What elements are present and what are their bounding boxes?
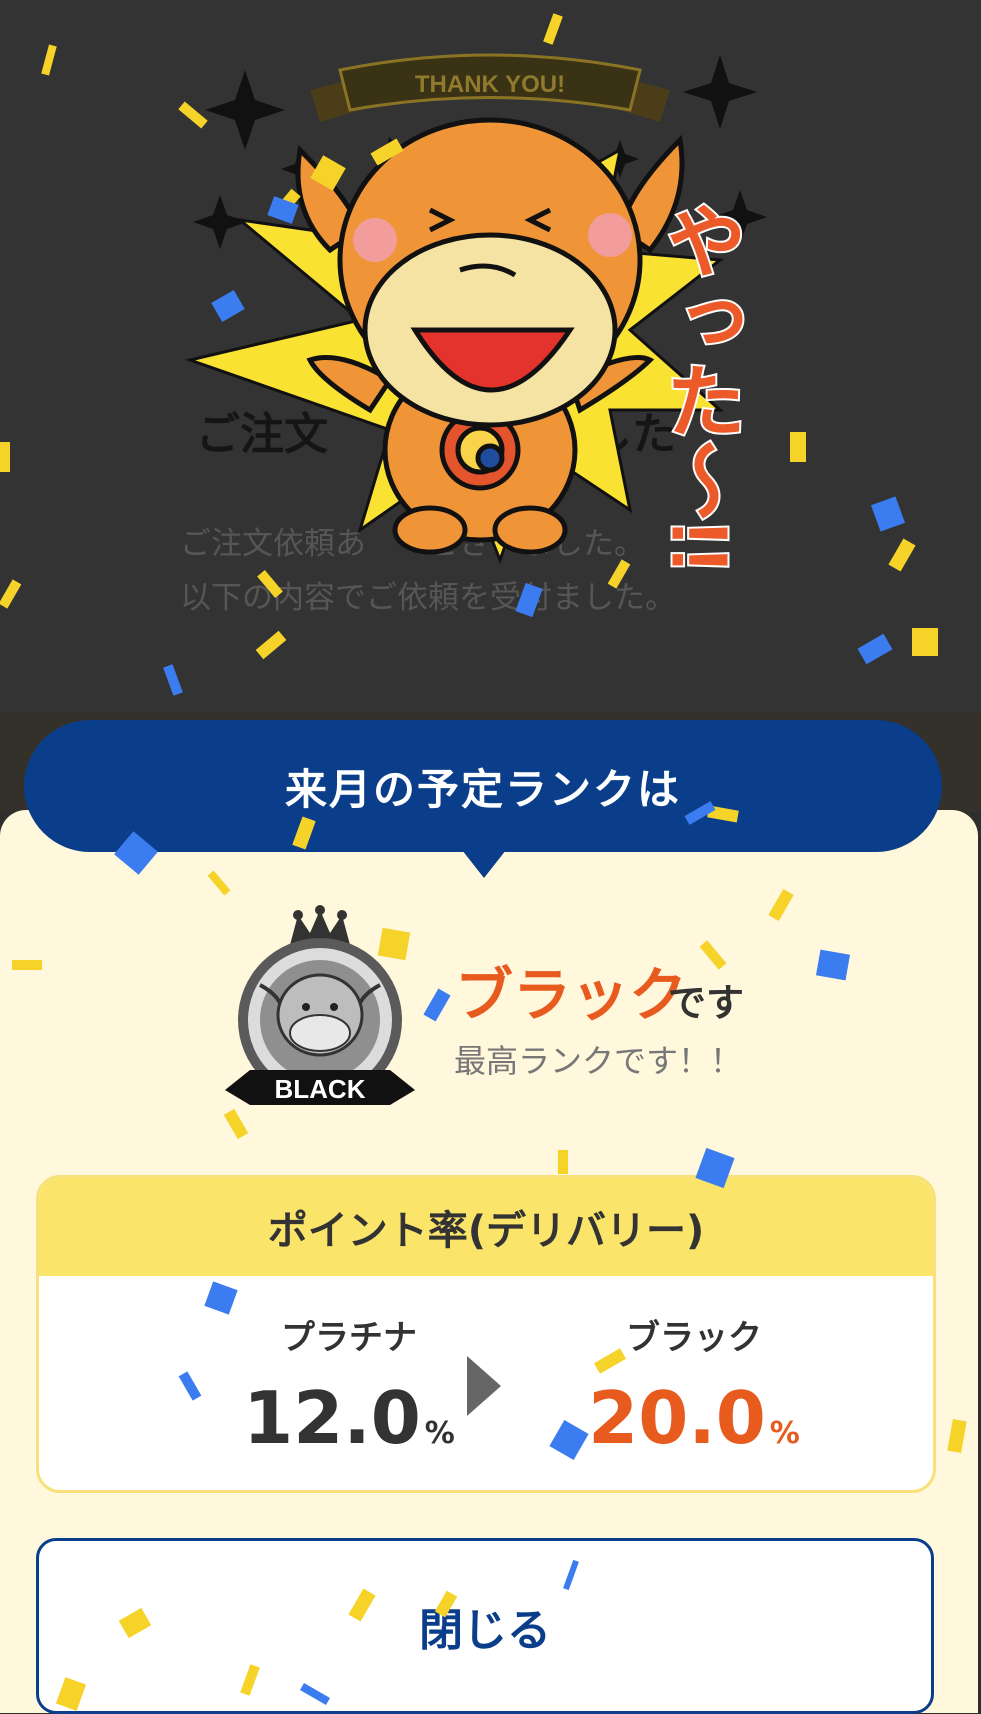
sparkle-icon [193,195,247,249]
next-rank-label: ブラック [626,1318,762,1358]
close-button[interactable]: 閉じる [36,1538,934,1714]
current-rate-value: 12.0% [243,1376,455,1460]
arrow-right-icon [467,1356,501,1416]
rank-suffix: です [668,981,745,1025]
banner-pointer [462,850,506,878]
sparkle-icon [205,70,285,150]
rank-name: ブラック [455,961,688,1029]
celebration-mascot-illustration: THANK YOU! やった〜!! [184,53,767,575]
current-rank-label: プラチナ [281,1318,417,1358]
sparkle-icon [683,55,757,129]
thank-you-ribbon: THANK YOU! [310,53,670,122]
black-rank-badge: BLACK [225,905,415,1105]
point-rate-card-title: ポイント率(デリバリー) [39,1178,933,1276]
next-rate-value: 20.0% [588,1376,800,1460]
svg-text:THANK YOU!: THANK YOU! [415,71,565,98]
point-rate-card: ポイント率(デリバリー) プラチナ ブラック 12.0% 20.0% [36,1175,936,1493]
rank-note: 最高ランクです！！ [454,1042,743,1080]
celebration-text: やった〜!! [656,200,745,573]
rank-banner: 来月の予定ランクは [24,720,942,852]
badge-label: BLACK [275,1074,366,1104]
